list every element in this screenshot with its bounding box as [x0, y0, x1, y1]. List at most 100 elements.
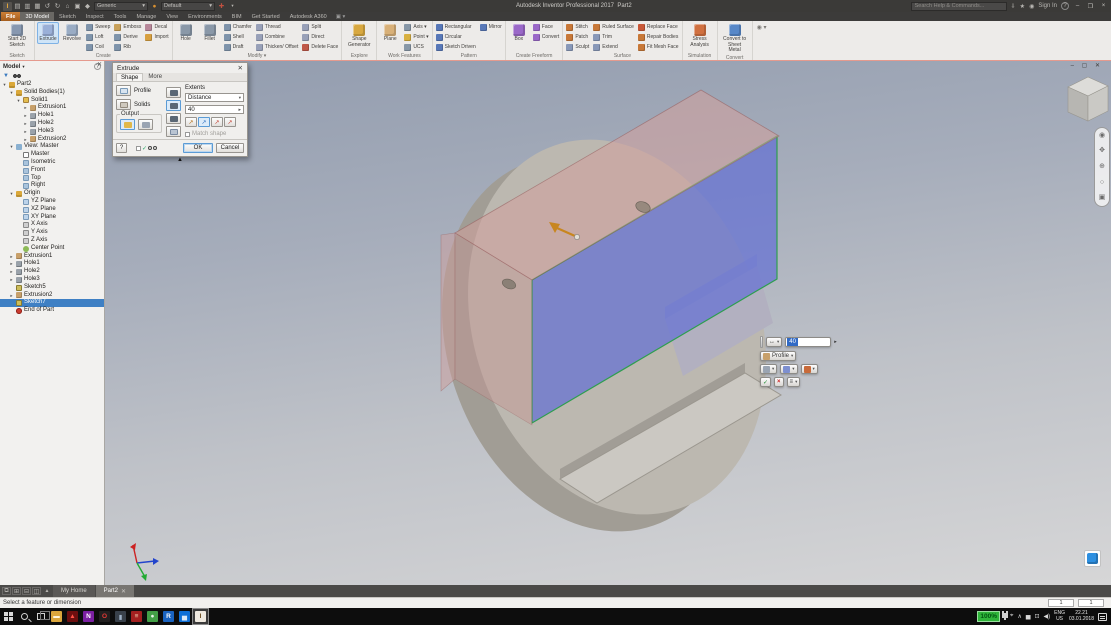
help-search-input[interactable]: Search Help & Commands... — [910, 1, 1007, 11]
direction-2-button[interactable]: ↗ — [198, 117, 210, 127]
qat-dropdown-icon[interactable]: ▾ — [228, 2, 237, 11]
expander-icon[interactable]: ▸ — [23, 112, 28, 120]
tree-item-extrusion2[interactable]: ▸ Extrusion2 — [0, 136, 104, 144]
tree-item-hole2[interactable]: ▸ Hole2 — [0, 268, 104, 276]
profile-button[interactable] — [116, 85, 131, 96]
help-icon[interactable]: ? — [1061, 2, 1069, 10]
action-center-icon[interactable] — [1098, 612, 1107, 621]
ribbon-button-thread[interactable]: Thread — [255, 22, 300, 32]
ribbon-button-split[interactable]: Split — [301, 22, 339, 32]
ribbon-button-axis[interactable]: Axis ▾ — [403, 22, 429, 32]
tree-item-xy-plane[interactable]: XY Plane — [0, 214, 104, 222]
view-cube[interactable] — [1055, 75, 1111, 131]
tree-item-top[interactable]: Top — [0, 175, 104, 183]
direction-1-button[interactable]: ↗ — [185, 117, 197, 127]
ribbon-button-combine[interactable]: Combine — [255, 32, 300, 42]
output-solid-button[interactable] — [120, 119, 135, 130]
boolean-dropdown-button[interactable]: ▾ — [780, 364, 798, 374]
tree-item-z-axis[interactable]: Z Axis — [0, 237, 104, 245]
network-icon[interactable]: ⊡ — [1034, 613, 1039, 620]
options-menu-button[interactable]: ≡ ▾ — [786, 377, 801, 387]
tab-inspect[interactable]: Inspect — [81, 12, 109, 21]
tab-view[interactable]: View — [161, 12, 183, 21]
tab-tools[interactable]: Tools — [109, 12, 132, 21]
tree-item-isometric[interactable]: Isometric — [0, 159, 104, 167]
tree-item-hole2[interactable]: ▸ Hole2 — [0, 120, 104, 128]
volume-icon[interactable]: ◀) — [1044, 613, 1051, 620]
arrange-tile-icon[interactable]: ⊞ — [12, 587, 21, 595]
expander-icon[interactable]: ▸ — [23, 104, 28, 112]
tree-item-yz-plane[interactable]: YZ Plane — [0, 198, 104, 206]
download-icon[interactable]: ⇩ — [1011, 3, 1016, 10]
cancel-button[interactable]: × — [774, 377, 784, 387]
ribbon-button-hole[interactable]: Hole — [175, 22, 197, 44]
distance-value-input[interactable]: 40 ▸ — [185, 105, 244, 114]
show-hidden-icons[interactable]: ∧ — [1017, 613, 1021, 620]
redo-icon[interactable]: ↻ — [53, 2, 62, 11]
ribbon-button-ucs[interactable]: UCS — [403, 42, 429, 52]
tab-autodesk-a360[interactable]: Autodesk A360 — [285, 12, 332, 21]
battery-indicator[interactable]: 100% — [977, 611, 1001, 622]
ribbon-button-convert[interactable]: Convert — [532, 32, 561, 42]
home-icon[interactable]: ⌂ — [63, 2, 72, 11]
tab-manage[interactable]: Manage — [131, 12, 161, 21]
direction-symmetric-button[interactable]: ↗ — [211, 117, 223, 127]
undo-icon[interactable]: ↺ — [43, 2, 52, 11]
ribbon-button-direct[interactable]: Direct — [301, 32, 339, 42]
tab-bim[interactable]: BIM — [227, 12, 247, 21]
tree-item-center-point[interactable]: Center Point — [0, 245, 104, 253]
expander-icon[interactable]: ▸ — [23, 136, 28, 144]
tree-item-right[interactable]: Right — [0, 182, 104, 190]
extents-mode-select[interactable]: Distance ▾ — [185, 93, 244, 102]
match-shape-checkbox[interactable] — [185, 131, 190, 137]
look-at-icon[interactable]: ▣ — [1099, 194, 1106, 202]
tab-overflow-icon[interactable]: ▣ ▾ — [336, 12, 346, 21]
tree-item-sketch5[interactable]: Sketch5 — [0, 284, 104, 292]
tree-item-hole3[interactable]: ▸ Hole3 — [0, 128, 104, 136]
preview-checkbox[interactable]: ✓ — [136, 145, 158, 152]
search-button[interactable] — [17, 609, 32, 624]
clock[interactable]: 22.21 03.01.2018 — [1069, 610, 1094, 622]
onenote-icon[interactable]: N — [81, 609, 96, 624]
app-logo[interactable]: I — [3, 1, 12, 11]
chevron-down-icon[interactable]: ▾ — [22, 64, 24, 70]
tab-file[interactable]: File — [1, 12, 21, 21]
ribbon-button-repair-bodies[interactable]: Repair Bodies — [637, 32, 680, 42]
tree-item-end-of-part[interactable]: End of Part — [0, 307, 104, 315]
material-select[interactable]: Generic ▾ — [94, 1, 148, 11]
pan-icon[interactable]: ✥ — [1099, 147, 1105, 155]
tab-sketch[interactable]: Sketch — [54, 12, 81, 21]
tab-more[interactable]: More — [144, 73, 166, 81]
sign-in-link[interactable]: Sign In — [1038, 3, 1057, 9]
ribbon-button-shape-generator[interactable]: Shape Generator — [344, 22, 374, 49]
graphics-canvas[interactable]: ‒ ▢ ✕ ◉ ✥ ⊕ ○ ▣ ↔ ▾ 40 ▸ Profile ▾ ▾ ▾ ▾… — [105, 61, 1111, 585]
books-app-icon[interactable]: ≡ — [129, 609, 144, 624]
dialog-close-icon[interactable]: ✕ — [238, 64, 243, 72]
tab-get-started[interactable]: Get Started — [247, 12, 285, 21]
ribbon-button-fillet[interactable]: Fillet — [199, 22, 221, 44]
tree-item-x-axis[interactable]: X Axis — [0, 221, 104, 229]
arrange-horizontal-icon[interactable]: ⊟ — [22, 587, 31, 595]
green-app-icon[interactable]: ● — [145, 609, 160, 624]
expander-icon[interactable]: ▸ — [9, 253, 14, 261]
ribbon-button-sketch-driven[interactable]: Sketch Driven — [435, 42, 477, 52]
close-tab-icon[interactable]: ✕ — [121, 588, 126, 595]
ribbon-button-delete-face[interactable]: Delete Face — [301, 42, 339, 52]
tree-item-front[interactable]: Front — [0, 167, 104, 175]
ribbon-button-plane[interactable]: Plane — [379, 22, 401, 44]
tree-item-xz-plane[interactable]: XZ Plane — [0, 206, 104, 214]
expander-icon[interactable]: ▸ — [23, 128, 28, 136]
direction-dropdown-button[interactable]: ▾ — [800, 364, 818, 374]
arrange-vertical-icon[interactable]: ◫ — [32, 587, 41, 595]
spinner-icon[interactable]: ▸ — [834, 339, 837, 345]
ribbon-button-derive[interactable]: Derive — [113, 32, 142, 42]
apply-button[interactable]: ✓ — [760, 377, 772, 387]
expander-icon[interactable]: ▸ — [23, 120, 28, 128]
new-file-icon[interactable]: ▤ — [13, 2, 22, 11]
ribbon-button-import[interactable]: Import — [144, 32, 169, 42]
ribbon-button-revolve[interactable]: Revolve — [61, 22, 83, 44]
tree-item-extrusion1[interactable]: ▸ Extrusion1 — [0, 104, 104, 112]
distance-mode-button[interactable]: ↔ ▾ — [766, 337, 783, 347]
tree-item-hole1[interactable]: ▸ Hole1 — [0, 260, 104, 268]
cancel-button[interactable]: Cancel — [216, 143, 244, 153]
